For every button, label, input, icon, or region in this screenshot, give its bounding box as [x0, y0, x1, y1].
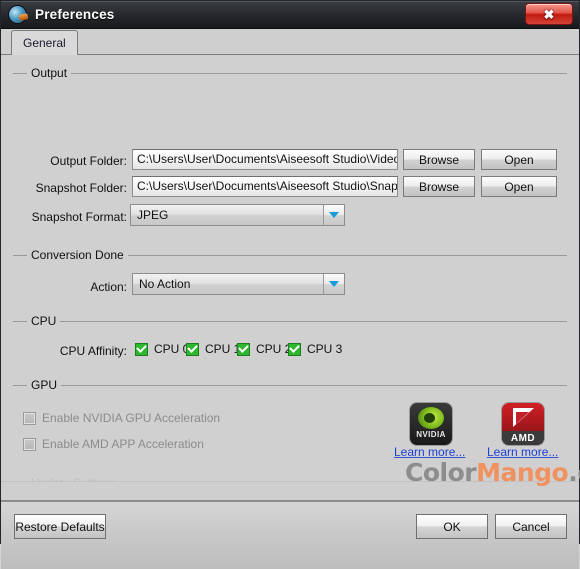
cpu3-label: CPU 3: [307, 342, 343, 356]
group-output-divider: [13, 73, 567, 74]
snapshot-format-label: Snapshot Format:: [31, 210, 127, 224]
nvidia-eye-icon: [418, 407, 444, 429]
output-folder-label: Output Folder:: [50, 154, 127, 168]
title-bar: Preferences ✖: [1, 1, 579, 29]
checkbox-icon[interactable]: [135, 342, 148, 356]
action-dropdown-button[interactable]: [323, 274, 344, 294]
chevron-down-icon: [329, 281, 339, 287]
cpu-affinity-checkbox-cpu2[interactable]: CPU 2: [237, 342, 291, 356]
amd-logo-word: AMD: [502, 431, 544, 445]
window-title: Preferences: [35, 7, 115, 22]
group-gpu-divider: [13, 385, 567, 386]
cpu0-label: CPU 0: [154, 342, 190, 356]
amd-arrow-icon: [512, 408, 534, 427]
checkbox-icon[interactable]: [186, 342, 199, 356]
snapshot-folder-open-button[interactable]: Open: [481, 176, 557, 197]
dialog-footer: Restore Defaults OK Cancel: [1, 501, 579, 569]
snapshot-folder-input[interactable]: C:\Users\User\Documents\Aiseesoft Studio…: [132, 176, 398, 197]
group-cpu-title: CPU: [27, 313, 61, 329]
snapshot-folder-browse-button[interactable]: Browse: [403, 176, 475, 197]
watermark-part1: Color: [405, 458, 477, 487]
close-icon: ✖: [543, 6, 555, 22]
enable-nvidia-checkbox-row[interactable]: Enable NVIDIA GPU Acceleration: [23, 411, 220, 425]
output-folder-open-button[interactable]: Open: [481, 149, 557, 170]
snapshot-folder-label: Snapshot Folder:: [35, 181, 127, 195]
snapshot-format-dropdown-button[interactable]: [323, 205, 344, 225]
checkbox-icon[interactable]: [23, 411, 36, 425]
amd-logo-icon: AMD: [502, 403, 544, 445]
watermark-part2: Mango: [476, 458, 569, 487]
ok-button[interactable]: OK: [416, 514, 488, 539]
enable-nvidia-label: Enable NVIDIA GPU Acceleration: [42, 411, 221, 425]
checkbox-icon[interactable]: [23, 437, 36, 451]
cancel-button[interactable]: Cancel: [495, 514, 567, 539]
snapshot-format-value: JPEG: [137, 208, 169, 222]
preferences-content-panel: Output Output Folder: C:\Users\User\Docu…: [1, 55, 579, 501]
action-value: No Action: [139, 277, 191, 291]
enable-amd-checkbox-row[interactable]: Enable AMD APP Acceleration: [23, 437, 204, 451]
preferences-window: Preferences ✖ General Output Output Fold…: [0, 0, 580, 569]
restore-defaults-button[interactable]: Restore Defaults: [14, 514, 106, 539]
cpu-affinity-checkbox-cpu0[interactable]: CPU 0: [135, 342, 189, 356]
output-folder-browse-button[interactable]: Browse: [403, 149, 475, 170]
checkbox-icon[interactable]: [288, 342, 301, 356]
enable-amd-label: Enable AMD APP Acceleration: [42, 437, 204, 451]
colormango-watermark: ColorMango.com: [405, 458, 580, 487]
app-disc-icon: [9, 6, 26, 23]
cpu-affinity-checkbox-cpu3[interactable]: CPU 3: [288, 342, 342, 356]
group-output-title: Output: [27, 65, 72, 81]
tab-general-label: General: [23, 36, 66, 50]
nvidia-learn-more-link[interactable]: Learn more...: [394, 445, 465, 459]
action-label: Action:: [90, 280, 127, 294]
nvidia-logo-icon: NVIDIA: [410, 403, 452, 445]
group-cpu-divider: [13, 321, 567, 322]
snapshot-format-select[interactable]: JPEG: [130, 204, 345, 226]
cpu1-label: CPU 1: [205, 342, 241, 356]
checkbox-icon[interactable]: [237, 342, 250, 356]
cpu-affinity-checkbox-cpu1[interactable]: CPU 1: [186, 342, 240, 356]
output-folder-input[interactable]: C:\Users\User\Documents\Aiseesoft Studio…: [132, 149, 398, 170]
watermark-part3: .com: [568, 458, 580, 487]
tab-general[interactable]: General: [11, 30, 78, 55]
action-select[interactable]: No Action: [132, 273, 345, 295]
cpu-affinity-label: CPU Affinity:: [59, 344, 127, 358]
close-button[interactable]: ✖: [525, 3, 573, 25]
tab-strip: General: [1, 29, 579, 55]
amd-learn-more-link[interactable]: Learn more...: [487, 445, 558, 459]
chevron-down-icon: [329, 212, 339, 218]
group-gpu-title: GPU: [27, 377, 62, 393]
group-conversion-done-title: Conversion Done: [27, 247, 128, 263]
cpu2-label: CPU 2: [256, 342, 292, 356]
nvidia-logo-word: NVIDIA: [416, 430, 446, 439]
